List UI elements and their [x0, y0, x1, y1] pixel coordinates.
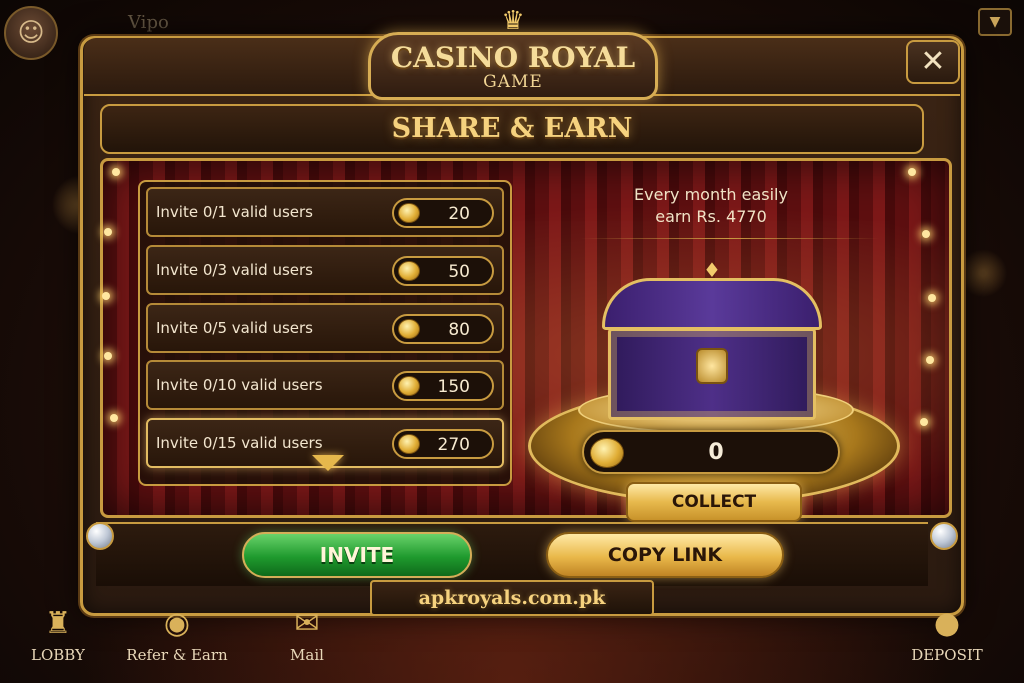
subtitle-banner: SHARE & EARN — [100, 104, 924, 154]
invite-label: Invite 0/10 valid users — [156, 376, 323, 394]
lock-icon — [696, 348, 728, 384]
page-title: SHARE & EARN — [391, 113, 633, 144]
reward-value: 270 — [437, 435, 470, 455]
coin-icon — [398, 434, 420, 454]
coin-icon — [398, 261, 420, 281]
coin-icon — [398, 203, 420, 223]
avatar[interactable]: ☺ — [4, 6, 58, 60]
bulb-light — [102, 292, 110, 300]
bulb-light — [104, 228, 112, 236]
bulb-light — [104, 352, 112, 360]
nav-item-refer-earn[interactable]: ◉ Refer & Earn — [114, 606, 240, 664]
coin-icon — [398, 376, 420, 396]
reward-value: 80 — [448, 320, 470, 340]
earn-line-1: Every month easily — [634, 185, 788, 204]
close-button[interactable]: ✕ — [906, 40, 960, 84]
dropdown-arrow-icon[interactable]: ▼ — [978, 8, 1012, 36]
nav-label: DEPOSIT — [911, 646, 983, 664]
invite-label: Invite 0/5 valid users — [156, 319, 313, 337]
close-icon: ✕ — [920, 44, 946, 79]
earn-line-2: earn Rs. 4770 — [655, 207, 767, 226]
bulb-light — [110, 414, 118, 422]
reward-pill: 270 — [392, 429, 494, 459]
reward-pill: 50 — [392, 256, 494, 286]
logo-subtitle: GAME — [483, 72, 543, 92]
bulb-light — [926, 356, 934, 364]
action-bar — [96, 522, 928, 586]
bottom-nav: ♜ LOBBY ◉ Refer & Earn ✉ Mail ● DEPOSIT — [0, 600, 1024, 683]
invite-row[interactable]: Invite 0/3 valid users 50 — [146, 245, 504, 295]
invite-button[interactable]: INVITE — [242, 532, 472, 578]
nav-label: Mail — [290, 646, 324, 664]
reward-balance: 0 — [582, 430, 840, 474]
diamond-icon — [930, 522, 958, 550]
vip-label: Vipo — [128, 12, 169, 33]
divider — [580, 238, 880, 239]
treasure-chest-icon: ♦ — [602, 258, 822, 424]
nav-label: LOBBY — [31, 646, 85, 664]
invite-row[interactable]: Invite 0/10 valid users 150 — [146, 360, 504, 410]
reward-value: 150 — [437, 377, 470, 397]
bulb-light — [112, 168, 120, 176]
coin-icon — [398, 319, 420, 339]
monthly-earn-text: Every month easily earn Rs. 4770 — [596, 184, 826, 228]
nav-item-deposit[interactable]: ● DEPOSIT — [892, 606, 1002, 664]
chest-lid — [602, 278, 822, 330]
logo-title: CASINO ROYAL — [390, 41, 636, 74]
mail-icon: ✉ — [294, 606, 320, 641]
palace-icon: ♜ — [44, 606, 72, 641]
copy-link-button[interactable]: COPY LINK — [546, 532, 784, 578]
invite-label: Invite 0/3 valid users — [156, 261, 313, 279]
reward-value: 50 — [448, 262, 470, 282]
reward-pill: 20 — [392, 198, 494, 228]
reward-pill: 80 — [392, 314, 494, 344]
nav-label: Refer & Earn — [126, 646, 228, 664]
scroll-down-icon[interactable] — [312, 455, 344, 471]
invite-label: Invite 0/15 valid users — [156, 434, 323, 452]
nav-item-lobby[interactable]: ♜ LOBBY — [22, 606, 94, 664]
collect-button[interactable]: COLLECT — [626, 482, 802, 522]
bulb-light — [920, 418, 928, 426]
reward-pill: 150 — [392, 371, 494, 401]
bulb-light — [908, 168, 916, 176]
bulb-light — [928, 294, 936, 302]
coins-stack-icon: ◉ — [163, 606, 191, 641]
nav-item-mail[interactable]: ✉ Mail — [272, 606, 342, 664]
casino-royal-logo: CASINO ROYAL GAME — [368, 32, 658, 100]
coin-pile-icon: ● — [933, 606, 961, 641]
invite-label: Invite 0/1 valid users — [156, 203, 313, 221]
bulb-light — [922, 230, 930, 238]
reward-value: 20 — [448, 204, 470, 224]
balance-value: 0 — [708, 440, 724, 465]
invite-row[interactable]: Invite 0/1 valid users 20 — [146, 187, 504, 237]
invite-row[interactable]: Invite 0/5 valid users 80 — [146, 303, 504, 353]
diamond-icon — [86, 522, 114, 550]
